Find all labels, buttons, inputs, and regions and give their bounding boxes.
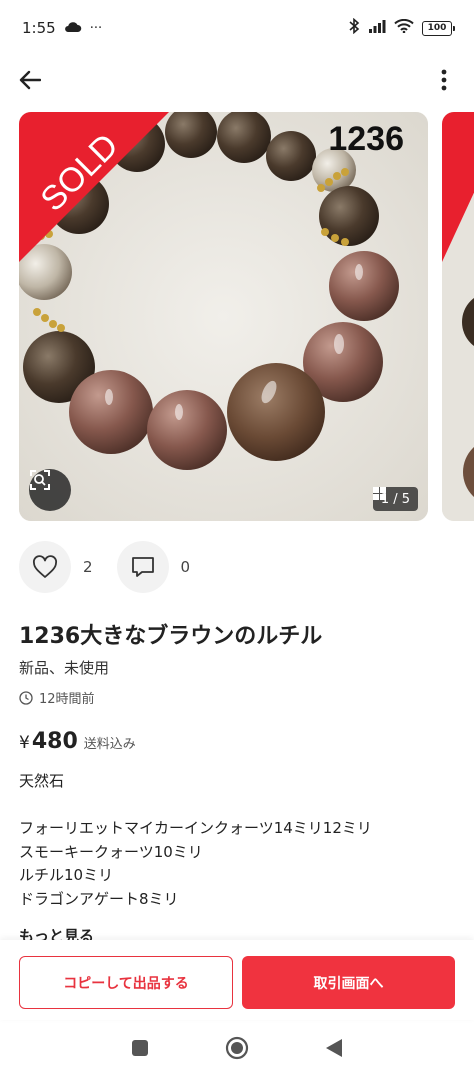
top-nav	[0, 58, 474, 102]
back-nav-button[interactable]	[325, 1038, 343, 1062]
comment-icon	[131, 557, 154, 577]
copy-listing-button[interactable]: コピーして出品する	[19, 956, 233, 1009]
square-icon	[132, 1040, 148, 1056]
comment-count: 0	[180, 558, 191, 576]
photo-carousel[interactable]: SOLD 1236 1 / 5	[0, 112, 474, 522]
status-time: 1:55	[22, 19, 56, 37]
posted-time-text: 12時間前	[39, 692, 95, 707]
back-button[interactable]	[14, 64, 46, 96]
status-bar: 1:55 ··· 100	[0, 0, 474, 56]
description-line: 天然石	[19, 772, 65, 790]
description-line	[19, 794, 372, 818]
description-line: フォーリエットマイカーインクォーツ14ミリ12ミリ	[19, 819, 372, 837]
like-count: 2	[83, 558, 93, 576]
photo-counter: 1 / 5	[372, 487, 418, 511]
recents-button[interactable]	[131, 1039, 149, 1061]
next-photo-preview[interactable]	[442, 112, 474, 521]
price-row: ¥ 480 送料込み	[19, 729, 136, 754]
photo-item-number: 1236	[328, 120, 404, 158]
description-line: ルチル10ミリ	[19, 866, 114, 884]
battery-indicator: 100	[422, 20, 455, 36]
like-button[interactable]	[19, 541, 71, 593]
price-currency: ¥	[19, 733, 30, 753]
signal-icon	[368, 19, 386, 37]
wifi-icon	[394, 18, 414, 37]
action-bar: コピーして出品する 取引画面へ	[0, 940, 474, 1020]
back-arrow-icon	[19, 70, 41, 90]
product-photo[interactable]: SOLD 1236 1 / 5	[19, 112, 428, 521]
more-options-button[interactable]	[428, 64, 460, 96]
go-to-transaction-button[interactable]: 取引画面へ	[242, 956, 455, 1009]
home-button[interactable]	[225, 1036, 249, 1064]
item-title: 1236大きなブラウンのルチル	[19, 624, 323, 649]
price-value: 480	[31, 729, 78, 754]
heart-icon	[33, 555, 57, 578]
bluetooth-icon	[348, 17, 360, 38]
cloud-icon	[64, 19, 82, 37]
description-line: スモーキークォーツ10ミリ	[19, 842, 203, 861]
home-circle-icon	[225, 1036, 249, 1060]
grid-icon	[372, 487, 386, 500]
image-search-button[interactable]	[29, 469, 71, 511]
item-condition: 新品、未使用	[19, 659, 110, 677]
reactions-row: 2 0	[19, 541, 214, 593]
posted-time: 12時間前	[19, 688, 95, 707]
system-nav-bar	[0, 1020, 474, 1080]
item-description: 天然石 フォーリエットマイカーインクォーツ14ミリ12ミリ スモーキークォーツ1…	[19, 770, 372, 911]
triangle-back-icon	[326, 1039, 342, 1057]
shipping-note: 送料込み	[83, 737, 136, 752]
image-search-icon	[30, 470, 50, 490]
status-overflow: ···	[89, 20, 103, 36]
description-line: ドラゴンアゲート8ミリ	[19, 889, 179, 908]
comment-button[interactable]	[116, 541, 169, 593]
more-vert-icon	[441, 69, 447, 91]
clock-icon	[19, 690, 33, 705]
